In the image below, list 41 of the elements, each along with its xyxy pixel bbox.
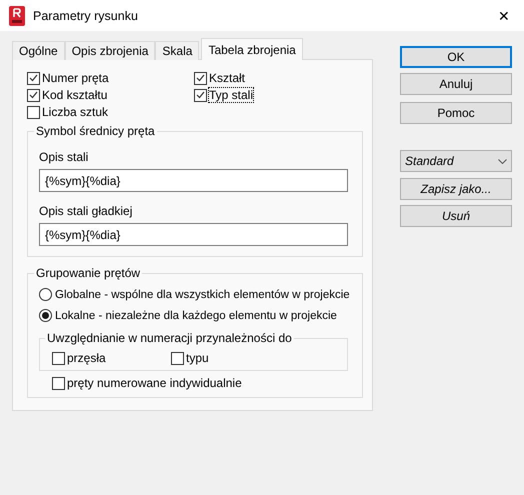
- tab[interactable]: Tabela zbrojenia: [201, 38, 303, 60]
- checkbox[interactable]: przęsła: [52, 350, 171, 366]
- checkbox[interactable]: Kształt: [194, 70, 363, 86]
- input-field[interactable]: {%sym}{%dia}: [39, 169, 348, 192]
- checkbox-label: Kod kształtu: [42, 88, 108, 102]
- checkbox-label: Kształt: [209, 71, 246, 85]
- checkbox[interactable]: Liczba sztuk: [27, 104, 194, 120]
- checkbox[interactable]: Typ stali: [194, 87, 363, 103]
- checkbox[interactable]: Kod kształtu: [27, 87, 194, 103]
- dialog-button[interactable]: Pomoc: [400, 102, 512, 124]
- radio-button[interactable]: Globalne - wspólne dla wszystkich elementów w projekcie: [39, 284, 350, 305]
- style-button[interactable]: Usuń: [400, 205, 512, 227]
- window-title: Parametry rysunku: [33, 8, 139, 22]
- field-label: Opis stali: [39, 150, 90, 164]
- style-button[interactable]: Zapisz jako...: [400, 178, 512, 200]
- tab[interactable]: Opis zbrojenia: [64, 41, 156, 60]
- close-button[interactable]: ✕: [484, 8, 524, 24]
- checkbox-label: pręty numerowane indywidualnie: [67, 376, 242, 390]
- group-title: Uwzględnianie w numeracji przynależności do: [45, 331, 294, 345]
- app-logo-icon: [9, 6, 25, 26]
- radio-label: Globalne - wspólne dla wszystkich elementów w projekcie: [55, 288, 350, 300]
- dialog-button[interactable]: OK: [400, 46, 512, 68]
- radio-button[interactable]: Lokalne - niezależne dla każdego elementu w projekcie: [39, 305, 337, 326]
- chevron-down-icon: [498, 158, 507, 164]
- field-label: Opis stali gładkiej: [39, 204, 134, 218]
- tab[interactable]: Ogólne: [12, 41, 65, 60]
- tab[interactable]: Skala: [155, 41, 200, 60]
- radio-label: Lokalne - niezależne dla każdego elementu w projekcie: [55, 310, 337, 322]
- checkbox-label: Liczba sztuk: [42, 105, 108, 119]
- dialog-button[interactable]: Anuluj: [400, 73, 512, 95]
- checkbox-label: przęsła: [67, 351, 106, 365]
- checkbox-label: typu: [186, 351, 209, 365]
- checkbox-label: Typ stali: [209, 88, 254, 102]
- style-dropdown[interactable]: Standard: [400, 150, 512, 172]
- checkbox[interactable]: typu: [171, 350, 209, 366]
- checkbox[interactable]: Numer pręta: [27, 70, 194, 86]
- group-title: Grupowanie prętów: [34, 266, 142, 280]
- checkbox[interactable]: pręty numerowane indywidualnie: [52, 375, 348, 391]
- group-title: Symbol średnicy pręta: [34, 124, 157, 138]
- input-field[interactable]: {%sym}{%dia}: [39, 223, 348, 246]
- checkbox-label: Numer pręta: [42, 71, 109, 85]
